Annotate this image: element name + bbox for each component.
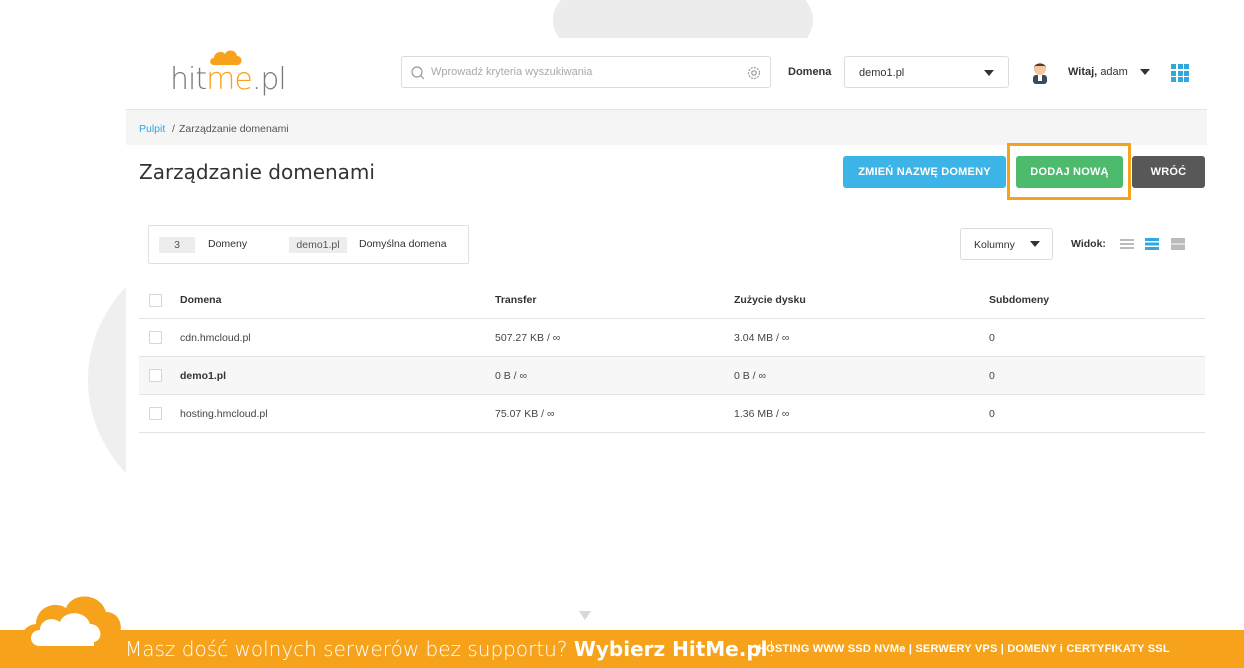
hitme-logo[interactable]: hitme.pl <box>170 48 300 98</box>
view-label: Widok: <box>1071 238 1106 250</box>
rename-domain-button[interactable]: ZMIEŃ NAZWĘ DOMENY <box>843 156 1006 188</box>
logo-text: hitme.pl <box>170 62 287 97</box>
search-placeholder: Wprowadź kryteria wyszukiwania <box>431 66 593 78</box>
cell-domain[interactable]: demo1.pl <box>180 370 226 382</box>
column-header-transfer[interactable]: Transfer <box>495 294 536 306</box>
search-icon <box>411 66 425 80</box>
cell-transfer: 0 B / ∞ <box>495 370 527 382</box>
columns-label: Kolumny <box>974 239 1015 251</box>
gear-icon[interactable] <box>746 65 762 81</box>
list-view-icon[interactable] <box>1120 237 1134 251</box>
cell-disk: 3.04 MB / ∞ <box>734 332 790 344</box>
domains-table: Domena Transfer Zużycie dysku Subdomeny … <box>139 282 1205 433</box>
breadcrumb-link-dashboard[interactable]: Pulpit <box>139 123 165 135</box>
cloud-icon <box>21 596 121 652</box>
user-greeting[interactable]: Witaj, adam <box>1068 66 1128 78</box>
column-header-subdomains[interactable]: Subdomeny <box>989 294 1049 306</box>
domain-select[interactable]: demo1.pl <box>844 56 1009 88</box>
breadcrumb: Pulpit / Zarządzanie domenami <box>126 109 1207 145</box>
breadcrumb-separator: / <box>172 123 175 135</box>
cell-subdomains: 0 <box>989 332 995 344</box>
cell-transfer: 507.27 KB / ∞ <box>495 332 561 344</box>
domain-label: Domena <box>788 66 832 78</box>
footer-message: Masz dość wolnych serwerów bez supportu?… <box>125 637 776 661</box>
back-button[interactable]: WRÓĆ <box>1132 156 1205 188</box>
apps-grid-icon[interactable] <box>1171 64 1189 82</box>
page-title: Zarządzanie domenami <box>139 160 375 184</box>
domain-count-badge: 3 <box>159 237 195 253</box>
domain-count-label: Domeny <box>208 238 248 250</box>
cell-subdomains: 0 <box>989 408 995 420</box>
select-all-checkbox[interactable] <box>149 294 162 307</box>
chevron-down-icon <box>1030 241 1040 247</box>
column-header-disk[interactable]: Zużycie dysku <box>734 294 806 306</box>
column-header-domain[interactable]: Domena <box>180 294 221 306</box>
table-row[interactable]: demo1.pl 0 B / ∞ 0 B / ∞ 0 <box>139 357 1205 395</box>
default-domain-label: Domyślna domena <box>359 238 447 250</box>
footer-services: HOSTING WWW SSD NVMe | SERWERY VPS | DOM… <box>758 643 1170 655</box>
cell-transfer: 75.07 KB / ∞ <box>495 408 555 420</box>
cell-domain[interactable]: cdn.hmcloud.pl <box>180 332 251 344</box>
table-row[interactable]: cdn.hmcloud.pl 507.27 KB / ∞ 3.04 MB / ∞… <box>139 319 1205 357</box>
domain-select-value: demo1.pl <box>859 67 905 79</box>
default-domain-badge: demo1.pl <box>289 237 347 253</box>
search-input[interactable]: Wprowadź kryteria wyszukiwania <box>401 56 771 88</box>
row-checkbox[interactable] <box>149 369 162 382</box>
row-checkbox[interactable] <box>149 331 162 344</box>
footer-banner[interactable]: Masz dość wolnych serwerów bez supportu?… <box>0 630 1244 668</box>
cell-domain[interactable]: hosting.hmcloud.pl <box>180 408 268 420</box>
highlight-frame <box>1007 143 1131 200</box>
cell-disk: 0 B / ∞ <box>734 370 766 382</box>
avatar[interactable] <box>1030 60 1050 84</box>
cell-subdomains: 0 <box>989 370 995 382</box>
compact-view-icon[interactable] <box>1145 237 1159 251</box>
table-header-row: Domena Transfer Zużycie dysku Subdomeny <box>139 282 1205 319</box>
user-menu-chevron-icon[interactable] <box>1140 69 1150 75</box>
scroll-down-icon <box>579 611 591 620</box>
chevron-down-icon <box>984 70 994 76</box>
header: hitme.pl Wprowadź kryteria wyszukiwania … <box>126 38 1208 108</box>
row-checkbox[interactable] <box>149 407 162 420</box>
table-row[interactable]: hosting.hmcloud.pl 75.07 KB / ∞ 1.36 MB … <box>139 395 1205 433</box>
columns-dropdown[interactable]: Kolumny <box>960 228 1053 260</box>
grid-view-icon[interactable] <box>1171 237 1185 251</box>
cell-disk: 1.36 MB / ∞ <box>734 408 790 420</box>
breadcrumb-current: Zarządzanie domenami <box>179 123 289 135</box>
domain-stats: 3 Domeny demo1.pl Domyślna domena <box>148 225 469 264</box>
